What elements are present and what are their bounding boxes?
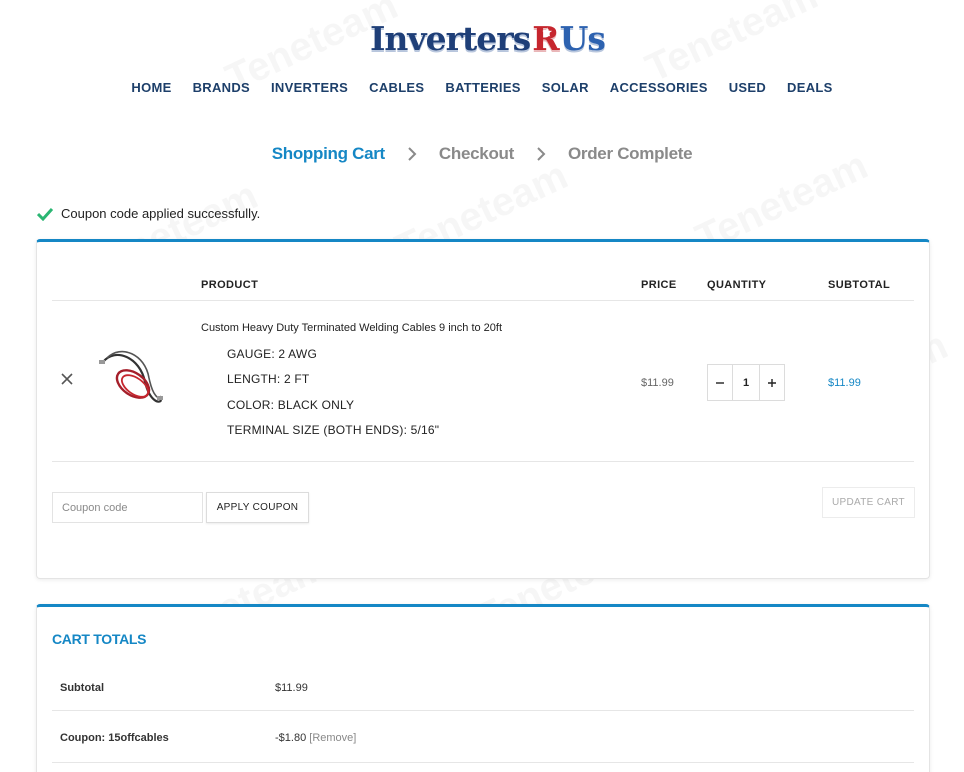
coupon-label: Coupon: 15offcables [60,732,169,744]
nav-batteries[interactable]: BATTERIES [445,80,520,95]
product-attribute: LENGTH: 2 FT [227,372,310,386]
product-attribute: COLOR: BLACK ONLY [227,398,355,412]
notice-text: Coupon code applied successfully. [61,206,261,221]
logo-text-part1: Inverters [370,19,531,58]
header-product: PRODUCT [201,279,259,291]
watermark: Teneteam [639,0,825,92]
item-price: $11.99 [641,377,674,389]
subtotal-value: $11.99 [275,682,308,694]
product-thumbnail[interactable] [95,342,165,412]
nav-home[interactable]: HOME [131,80,171,95]
nav-inverters[interactable]: INVERTERS [271,80,348,95]
nav-brands[interactable]: BRANDS [193,80,250,95]
checkmark-icon [37,207,53,221]
increase-quantity-button[interactable] [760,365,784,400]
logo-text-part2: R ★ [532,19,560,58]
chevron-right-icon [408,147,417,161]
nav-accessories[interactable]: ACCESSORIES [610,80,708,95]
step-order-complete: Order Complete [567,144,693,163]
logo-text-part3: Us [559,19,606,58]
nav-cables[interactable]: CABLES [369,80,424,95]
coupon-discount: -$1.80 [275,732,307,744]
cart-totals-title: CART TOTALS [52,631,147,647]
main-nav: HOME BRANDS INVERTERS CABLES BATTERIES S… [0,80,964,95]
divider [52,762,914,763]
header-subtotal: SUBTOTAL [828,279,891,291]
chevron-right-icon [537,147,546,161]
product-attribute: TERMINAL SIZE (BOTH ENDS): 5/16" [227,423,440,437]
success-notice: Coupon code applied successfully. [37,206,260,221]
nav-used[interactable]: USED [729,80,766,95]
cart-panel: PRODUCT PRICE QUANTITY SUBTOTAL Custom H… [36,239,930,579]
header-price: PRICE [641,279,677,291]
product-attribute: GAUGE: 2 AWG [227,347,317,361]
step-checkout: Checkout [438,144,514,163]
nav-deals[interactable]: DEALS [787,80,833,95]
divider [52,710,914,711]
divider [52,461,914,462]
apply-coupon-button[interactable]: APPLY COUPON [206,492,309,523]
star-icon: ★ [542,26,553,39]
item-subtotal: $11.99 [828,377,861,389]
subtotal-label: Subtotal [60,682,104,694]
update-cart-button[interactable]: UPDATE CART [822,487,915,518]
plus-icon [768,378,776,387]
step-shopping-cart: Shopping Cart [271,144,386,163]
minus-icon [716,381,724,384]
nav-solar[interactable]: SOLAR [542,80,589,95]
checkout-steps: Shopping Cart Checkout Order Complete [0,144,964,164]
site-logo[interactable]: Inverters R ★ Us [370,18,606,58]
quantity-stepper: 1 [707,364,785,401]
divider [52,300,914,301]
coupon-code-input[interactable] [52,492,203,523]
cart-totals-panel: CART TOTALS Subtotal $11.99 Coupon: 15of… [36,604,930,772]
header-quantity: QUANTITY [707,279,767,291]
quantity-input[interactable]: 1 [732,365,760,400]
remove-item-icon[interactable] [59,371,75,387]
coupon-value: -$1.80 [Remove] [275,732,356,744]
product-name[interactable]: Custom Heavy Duty Terminated Welding Cab… [201,322,502,334]
decrease-quantity-button[interactable] [708,365,732,400]
remove-coupon-link[interactable]: [Remove] [309,732,356,744]
